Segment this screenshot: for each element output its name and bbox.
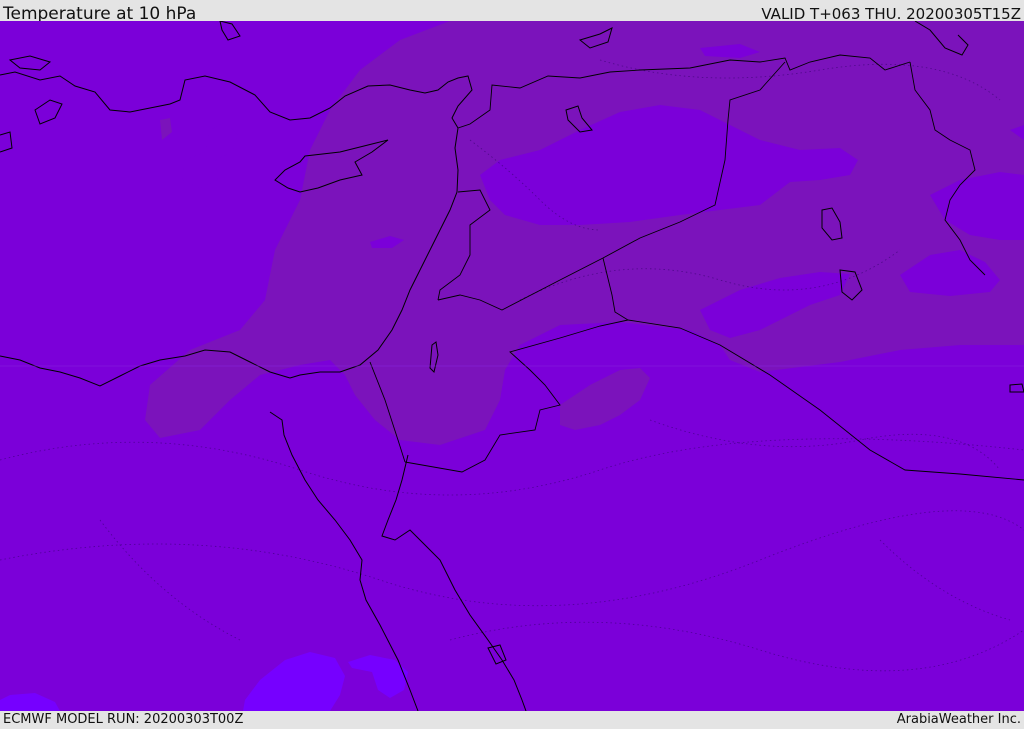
header-bar: Temperature at 10 hPa VALID T+063 THU. 2… (0, 0, 1024, 24)
model-run-label: ECMWF MODEL RUN: 20200303T00Z (3, 712, 244, 727)
credit-label: ArabiaWeather Inc. (896, 712, 1021, 727)
weather-map[interactable] (0, 21, 1024, 711)
